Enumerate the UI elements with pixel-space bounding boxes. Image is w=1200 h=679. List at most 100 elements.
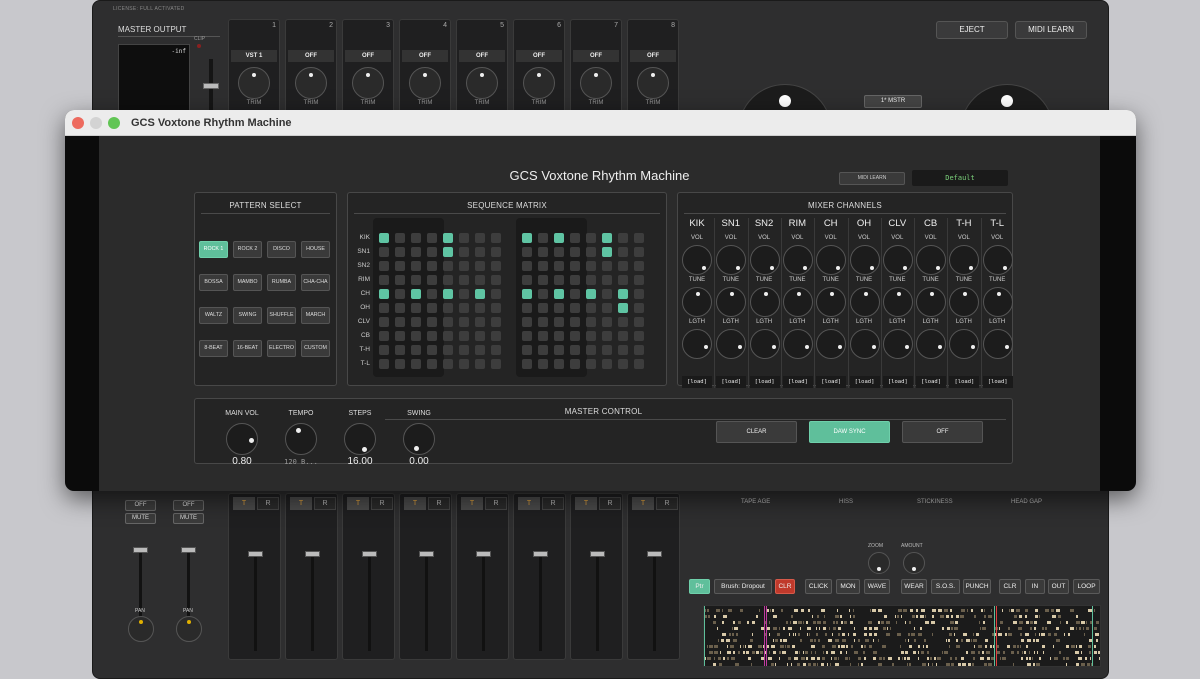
tune-knob[interactable]: [682, 287, 712, 317]
pattern-button-rumba[interactable]: RUMBA: [267, 274, 296, 291]
step-cell[interactable]: [554, 303, 564, 313]
fader-handle[interactable]: [476, 551, 491, 557]
length-knob[interactable]: [749, 329, 780, 359]
title-bar[interactable]: GCS Voxtone Rhythm Machine: [65, 110, 1136, 136]
step-cell[interactable]: [427, 359, 437, 369]
side-off-button[interactable]: OFF: [125, 500, 156, 511]
step-cell[interactable]: [491, 345, 501, 355]
load-sample-button[interactable]: [load]: [849, 376, 880, 388]
step-cell[interactable]: [602, 233, 612, 243]
trim-knob[interactable]: [352, 67, 384, 99]
fader-handle[interactable]: [362, 551, 377, 557]
step-cell[interactable]: [459, 359, 469, 369]
step-cell[interactable]: [395, 275, 405, 285]
step-cell[interactable]: [459, 233, 469, 243]
step-cell[interactable]: [522, 345, 532, 355]
channel-source-button[interactable]: OFF: [630, 50, 676, 62]
step-cell[interactable]: [411, 303, 421, 313]
step-cell[interactable]: [427, 261, 437, 271]
step-cell[interactable]: [570, 275, 580, 285]
tune-knob[interactable]: [916, 287, 947, 317]
step-cell[interactable]: [538, 275, 548, 285]
step-cell[interactable]: [443, 247, 453, 257]
step-cell[interactable]: [379, 275, 389, 285]
channel-source-button[interactable]: OFF: [402, 50, 448, 62]
step-cell[interactable]: [570, 289, 580, 299]
waveform-marker[interactable]: [764, 606, 765, 667]
step-cell[interactable]: [379, 331, 389, 341]
pattern-button-swing[interactable]: SWING: [233, 307, 262, 324]
step-cell[interactable]: [443, 261, 453, 271]
step-cell[interactable]: [411, 261, 421, 271]
step-cell[interactable]: [395, 317, 405, 327]
step-cell[interactable]: [586, 261, 596, 271]
fader-handle[interactable]: [305, 551, 320, 557]
step-cell[interactable]: [522, 317, 532, 327]
mute-button[interactable]: MUTE: [173, 513, 204, 524]
load-sample-button[interactable]: [load]: [682, 376, 712, 388]
step-cell[interactable]: [586, 359, 596, 369]
trim-knob[interactable]: [409, 67, 441, 99]
trim-knob[interactable]: [466, 67, 498, 99]
load-sample-button[interactable]: [load]: [782, 376, 813, 388]
step-cell[interactable]: [602, 261, 612, 271]
midi-learn-button[interactable]: MIDI LEARN: [839, 172, 905, 185]
volume-fader[interactable]: [305, 551, 320, 651]
tool-button-out[interactable]: OUT: [1048, 579, 1069, 594]
steps-knob[interactable]: [344, 423, 376, 455]
master-fader[interactable]: [203, 59, 219, 115]
minimize-button[interactable]: [90, 117, 102, 129]
volume-fader[interactable]: [248, 551, 263, 651]
channel-source-button[interactable]: OFF: [573, 50, 619, 62]
step-cell[interactable]: [602, 331, 612, 341]
waveform-marker[interactable]: [704, 606, 705, 667]
step-cell[interactable]: [395, 289, 405, 299]
tool-button-loop[interactable]: LOOP: [1073, 579, 1100, 594]
step-cell[interactable]: [379, 261, 389, 271]
trim-knob[interactable]: [238, 67, 270, 99]
tune-knob[interactable]: [982, 287, 1013, 317]
vol-knob[interactable]: [749, 245, 780, 275]
step-cell[interactable]: [554, 233, 564, 243]
step-cell[interactable]: [459, 345, 469, 355]
step-cell[interactable]: [427, 247, 437, 257]
track-toggle-button[interactable]: T: [518, 497, 540, 510]
step-cell[interactable]: [522, 233, 532, 243]
close-button[interactable]: [72, 117, 84, 129]
pan-knob[interactable]: [176, 616, 202, 642]
step-cell[interactable]: [538, 331, 548, 341]
step-cell[interactable]: [570, 303, 580, 313]
step-cell[interactable]: [379, 345, 389, 355]
channel-source-button[interactable]: VST 1: [231, 50, 277, 62]
amount-knob[interactable]: [903, 552, 925, 574]
channel-source-button[interactable]: OFF: [459, 50, 505, 62]
step-cell[interactable]: [459, 261, 469, 271]
step-cell[interactable]: [554, 247, 564, 257]
step-cell[interactable]: [538, 303, 548, 313]
load-sample-button[interactable]: [load]: [716, 376, 747, 388]
tune-knob[interactable]: [882, 287, 913, 317]
step-cell[interactable]: [411, 247, 421, 257]
step-cell[interactable]: [491, 275, 501, 285]
pattern-button-shuffle[interactable]: SHUFFLE: [267, 307, 296, 324]
step-cell[interactable]: [475, 317, 485, 327]
channel-source-button[interactable]: OFF: [288, 50, 334, 62]
vol-knob[interactable]: [949, 245, 980, 275]
fader-handle[interactable]: [181, 547, 196, 553]
step-cell[interactable]: [522, 247, 532, 257]
fader-handle[interactable]: [647, 551, 662, 557]
channel-source-button[interactable]: OFF: [516, 50, 562, 62]
step-cell[interactable]: [475, 359, 485, 369]
step-cell[interactable]: [443, 303, 453, 313]
tune-knob[interactable]: [782, 287, 813, 317]
step-cell[interactable]: [586, 303, 596, 313]
step-cell[interactable]: [411, 275, 421, 285]
waveform-marker[interactable]: [1092, 606, 1093, 667]
step-cell[interactable]: [634, 359, 644, 369]
step-cell[interactable]: [475, 303, 485, 313]
tune-knob[interactable]: [849, 287, 880, 317]
fader-handle[interactable]: [203, 83, 219, 89]
step-cell[interactable]: [491, 247, 501, 257]
step-cell[interactable]: [618, 331, 628, 341]
step-cell[interactable]: [538, 317, 548, 327]
